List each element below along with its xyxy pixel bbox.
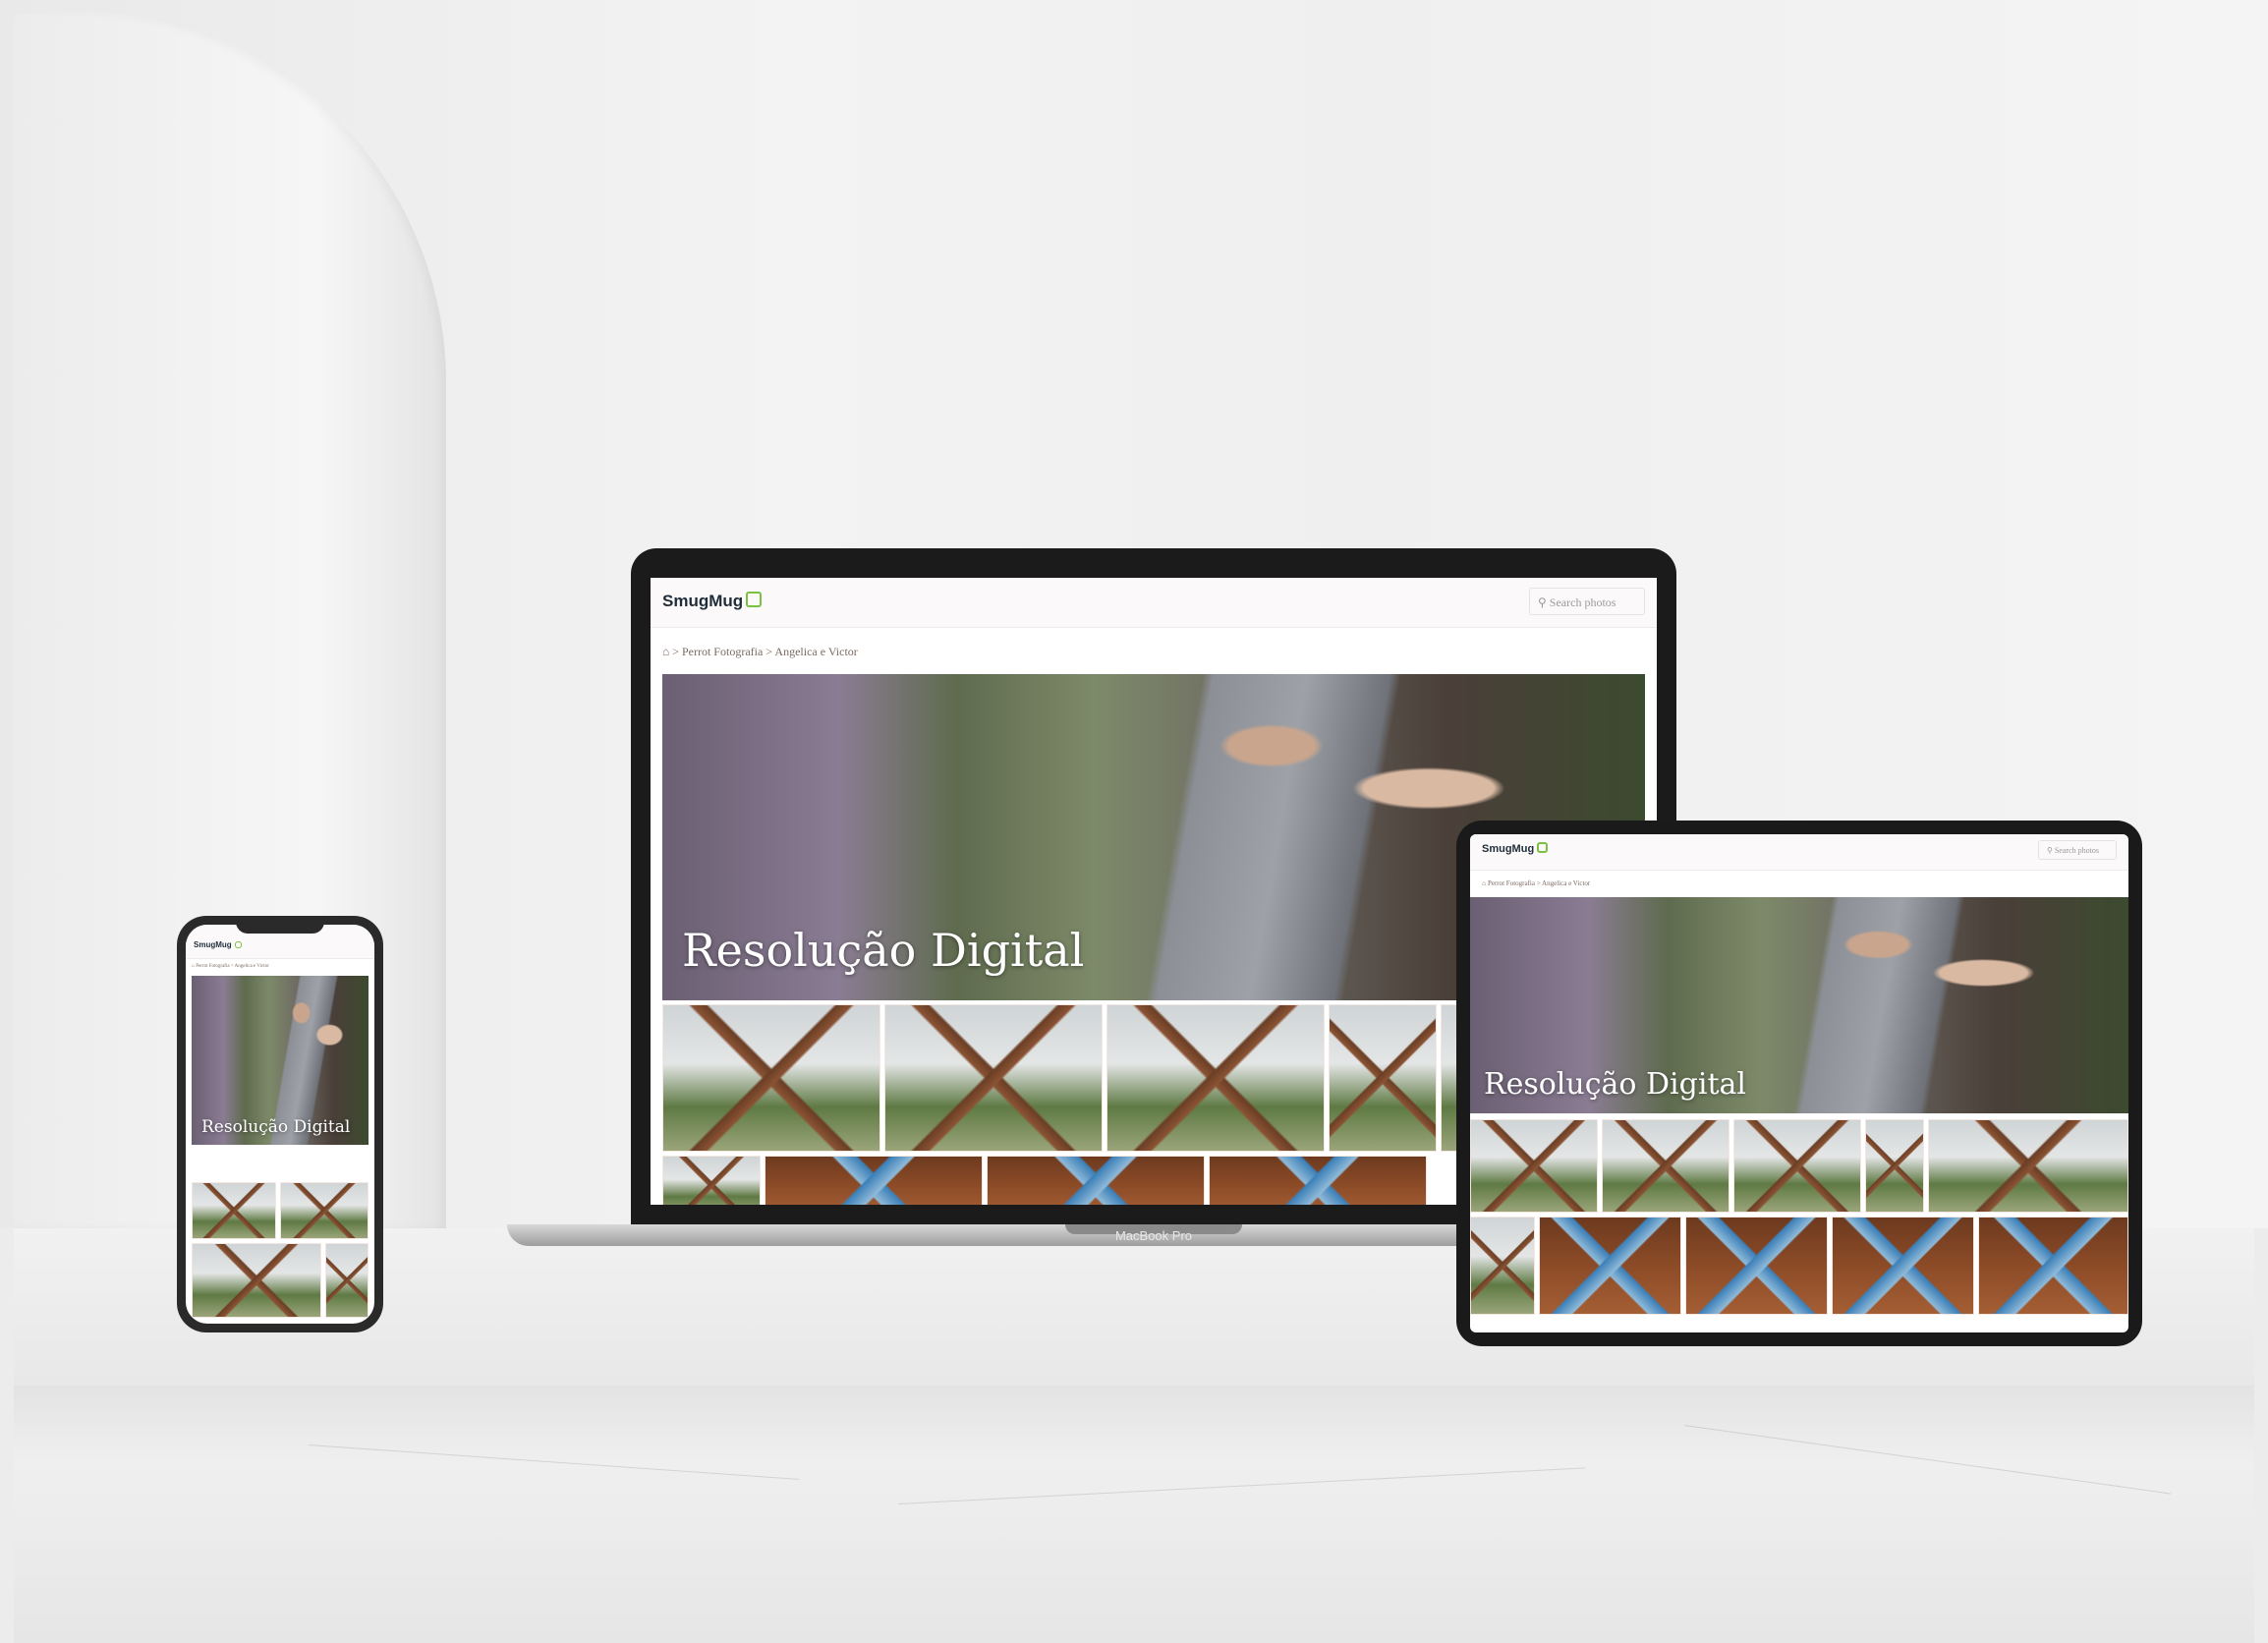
gallery-title: Resolução Digital <box>682 924 1085 977</box>
marble-shelf-front <box>14 1386 2254 1643</box>
breadcrumb-item-gallery[interactable]: Angelica e Victor <box>1542 879 1590 887</box>
gallery-thumbnail[interactable] <box>765 1156 983 1205</box>
breadcrumb: ⌂ Perrot Fotografia > Angelica e Victor <box>192 964 269 969</box>
gallery-thumbnail[interactable] <box>1470 1217 1535 1315</box>
gallery-thumbnail[interactable] <box>1602 1119 1729 1213</box>
gallery-thumbnail[interactable] <box>662 1156 761 1205</box>
breadcrumb-item-perrot[interactable]: Perrot Fotografia <box>1488 879 1535 887</box>
site-logo[interactable]: SmugMug <box>194 940 242 949</box>
gallery-thumbnail[interactable] <box>1733 1119 1861 1213</box>
search-input[interactable]: ⚲ Search photos <box>2038 840 2117 860</box>
search-icon: ⚲ <box>2047 846 2053 855</box>
gallery-thumbnail[interactable] <box>1865 1119 1924 1213</box>
smugmug-logo-icon <box>746 592 763 607</box>
gallery-thumbnail[interactable] <box>1928 1119 2128 1213</box>
site-header: SmugMug ⚲ Search photos <box>651 578 1657 628</box>
gallery-thumbnail[interactable] <box>1539 1217 1681 1315</box>
gallery-thumbnail[interactable] <box>1978 1217 2128 1315</box>
home-icon[interactable]: ⌂ <box>1482 879 1486 887</box>
site-logo[interactable]: SmugMug <box>1482 842 1549 855</box>
breadcrumb: ⌂ Perrot Fotografia > Angelica e Victor <box>1482 879 1591 887</box>
gallery-cover-photo: Resolução Digital <box>192 976 369 1145</box>
gallery-cover-photo: Resolução Digital <box>1470 897 2128 1113</box>
search-icon: ⚲ <box>1538 595 1547 609</box>
phone-screen: SmugMug ⌂ Perrot Fotografia > Angelica e… <box>186 925 374 1324</box>
gallery-thumbnail[interactable] <box>1832 1217 1974 1315</box>
gallery-title: Resolução Digital <box>1484 1067 1746 1102</box>
smugmug-logo-icon <box>234 941 242 948</box>
tablet-device: SmugMug ⚲ Search photos ⌂ Perrot Fotogra… <box>1456 821 2142 1346</box>
breadcrumb-item-perrot[interactable]: Perrot Fotografia <box>196 964 229 969</box>
gallery-thumbnail[interactable] <box>280 1182 369 1239</box>
home-icon[interactable]: ⌂ <box>662 645 669 658</box>
gallery-thumbnail[interactable] <box>1209 1156 1427 1205</box>
breadcrumb: ⌂ > Perrot Fotografia > Angelica e Victo… <box>662 645 858 658</box>
site-header: SmugMug ⚲ Search photos <box>1470 834 2128 871</box>
gallery-thumbnail[interactable] <box>325 1243 369 1318</box>
gallery-title: Resolução Digital <box>201 1117 351 1137</box>
gallery-thumbnail[interactable] <box>884 1004 1103 1152</box>
gallery-thumbnail[interactable] <box>662 1004 880 1152</box>
breadcrumb-item-gallery[interactable]: Angelica e Victor <box>235 964 269 969</box>
smugmug-logo-icon <box>1537 842 1549 853</box>
gallery-thumbnail[interactable] <box>987 1156 1205 1205</box>
gallery-thumbnail[interactable] <box>1470 1119 1598 1213</box>
gallery-thumbnail[interactable] <box>192 1243 321 1318</box>
gallery-thumbnail[interactable] <box>1106 1004 1325 1152</box>
phone-notch <box>236 916 324 934</box>
site-logo[interactable]: SmugMug <box>662 592 763 611</box>
tablet-screen: SmugMug ⚲ Search photos ⌂ Perrot Fotogra… <box>1470 834 2128 1332</box>
breadcrumb-item-perrot[interactable]: Perrot Fotografia <box>682 645 763 658</box>
laptop-label: MacBook Pro <box>1114 1228 1193 1243</box>
phone-device: SmugMug ⌂ Perrot Fotografia > Angelica e… <box>177 916 383 1332</box>
search-input[interactable]: ⚲ Search photos <box>1529 588 1645 615</box>
gallery-thumbnail[interactable] <box>1329 1004 1437 1152</box>
gallery-thumbnail[interactable] <box>192 1182 276 1239</box>
breadcrumb-item-gallery[interactable]: Angelica e Victor <box>774 645 857 658</box>
gallery-thumbnail[interactable] <box>1685 1217 1828 1315</box>
home-icon[interactable]: ⌂ <box>192 964 195 969</box>
